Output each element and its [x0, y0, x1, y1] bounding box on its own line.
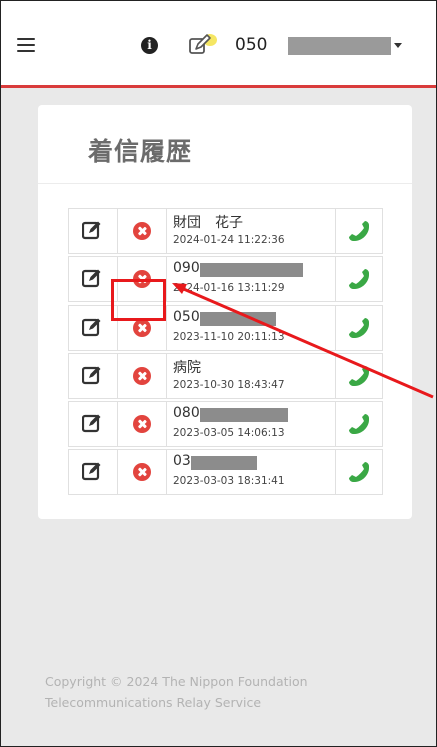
pointer-arrow — [172, 283, 434, 399]
app-frame: i 050 着信履歴 財団 花子 2024-01-24 11:22:36 090 20… — [0, 0, 437, 747]
footer-copyright: Copyright © 2024 The Nippon Foundation — [45, 674, 308, 689]
footer: Copyright © 2024 The Nippon Foundation T… — [45, 671, 308, 713]
footer-service-name: Telecommunications Relay Service — [45, 695, 262, 710]
